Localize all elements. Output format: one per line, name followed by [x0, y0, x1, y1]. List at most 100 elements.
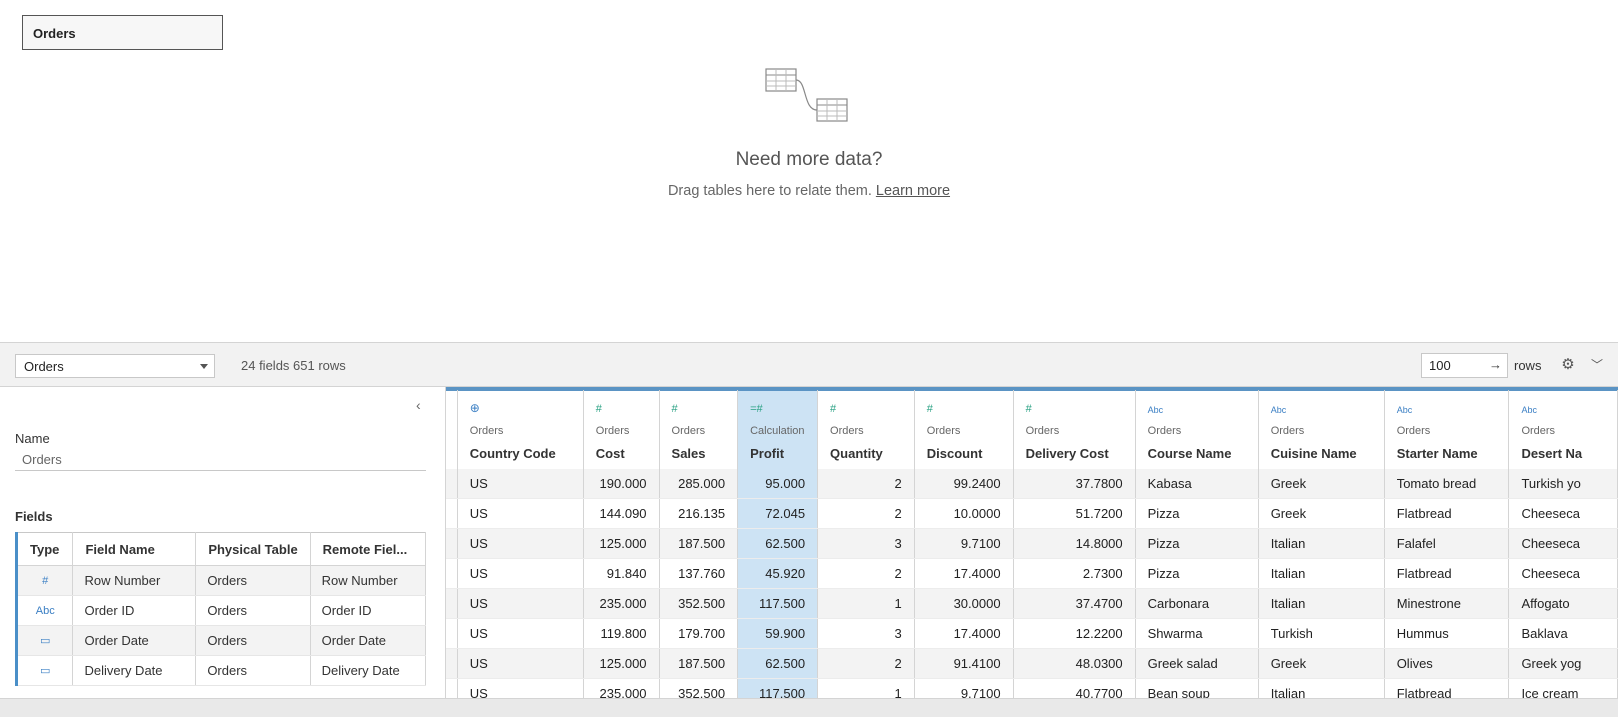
grid-cell[interactable]: 14.8000 — [1013, 528, 1136, 559]
grid-cell[interactable]: Kabasa — [1135, 468, 1259, 499]
grid-cell[interactable]: 62.500 — [737, 648, 819, 679]
grid-cell[interactable]: Italian — [1258, 588, 1385, 619]
column-header-field-name[interactable]: Field Name — [72, 532, 197, 566]
number-type-icon[interactable]: # — [830, 403, 902, 415]
grid-cell[interactable]: Falafel — [1384, 528, 1510, 559]
learn-more-link[interactable]: Learn more — [876, 183, 950, 199]
grid-cell[interactable]: 235.000 — [583, 678, 660, 698]
grid-cell[interactable]: 45.920 — [737, 558, 819, 589]
grid-cell[interactable]: 117.500 — [737, 678, 819, 698]
grid-cell[interactable]: 285.000 — [659, 468, 739, 499]
grid-cell[interactable]: Greek — [1258, 468, 1385, 499]
grid-cell[interactable]: Shwarma — [1135, 618, 1259, 649]
grid-cell[interactable]: 117.500 — [737, 588, 819, 619]
grid-cell[interactable]: 59.900 — [737, 618, 819, 649]
grid-cell[interactable]: 91.840 — [583, 558, 660, 589]
number-type-icon[interactable]: # — [927, 403, 1001, 415]
table-row[interactable]: Abc Order ID Orders Order ID — [14, 595, 427, 626]
grid-cell[interactable]: 2 — [817, 498, 915, 529]
table-row[interactable]: US 125.000 187.500 62.500 3 9.7100 14.8000 Pizz… — [446, 528, 1618, 559]
grid-cell[interactable]: 125.000 — [583, 648, 660, 679]
column-header-type[interactable]: Type — [14, 532, 74, 566]
number-type-icon[interactable]: # — [1026, 403, 1123, 415]
grid-cell[interactable]: Flatbread — [1384, 558, 1510, 589]
column-header-physical-table[interactable]: Physical Table — [195, 532, 311, 566]
table-row[interactable]: US 144.090 216.135 72.045 2 10.0000 51.7200 Piz… — [446, 498, 1618, 529]
grid-cell[interactable]: US — [457, 528, 584, 559]
grid-cell[interactable]: 62.500 — [737, 528, 819, 559]
table-name-field[interactable]: Orders — [15, 449, 426, 471]
grid-column-header[interactable]: Abc Orders Starter Name — [1384, 390, 1510, 469]
grid-cell[interactable]: US — [457, 558, 584, 589]
chevron-down-icon[interactable]: ﹀ — [1588, 356, 1606, 374]
field-name[interactable]: Row Number — [72, 565, 197, 596]
grid-cell[interactable]: Greek yog — [1508, 648, 1618, 679]
relationship-canvas[interactable]: Orders Need more data? Drag tables here … — [0, 0, 1618, 342]
grid-column-header[interactable]: =# Calculation Profit — [737, 390, 819, 469]
field-name[interactable]: Order ID — [72, 595, 197, 626]
grid-cell[interactable]: Cheeseca — [1508, 528, 1618, 559]
grid-column-header[interactable]: ⊕ Orders Country Code — [457, 390, 584, 469]
globe-icon[interactable]: ⊕ — [470, 401, 571, 415]
grid-cell[interactable]: 37.4700 — [1013, 588, 1136, 619]
grid-column-header[interactable]: # Orders Discount — [914, 390, 1014, 469]
grid-cell[interactable]: US — [457, 618, 584, 649]
number-type-icon[interactable]: # — [596, 403, 647, 415]
grid-cell[interactable]: Affogato — [1508, 588, 1618, 619]
grid-cell[interactable]: 95.000 — [737, 468, 819, 499]
grid-cell[interactable]: Italian — [1258, 558, 1385, 589]
grid-cell[interactable]: Cheeseca — [1508, 558, 1618, 589]
grid-cell[interactable]: 1 — [817, 588, 915, 619]
table-select[interactable]: Orders — [15, 354, 215, 378]
grid-column-header[interactable]: # Orders Quantity — [817, 390, 915, 469]
collapse-panel-icon[interactable]: ‹ — [416, 397, 421, 413]
grid-cell[interactable]: 99.2400 — [914, 468, 1014, 499]
grid-cell[interactable]: 17.4000 — [914, 618, 1014, 649]
grid-cell[interactable]: 2 — [817, 648, 915, 679]
grid-cell[interactable]: 216.135 — [659, 498, 739, 529]
grid-cell[interactable]: Greek salad — [1135, 648, 1259, 679]
grid-cell[interactable]: 352.500 — [659, 588, 739, 619]
string-type-icon[interactable]: Abc — [1148, 405, 1246, 415]
gear-icon[interactable]: ⚙ — [1559, 356, 1577, 374]
grid-cell[interactable]: Cheeseca — [1508, 498, 1618, 529]
grid-cell[interactable]: Pizza — [1135, 558, 1259, 589]
table-row[interactable]: # Row Number Orders Row Number — [14, 565, 427, 596]
grid-cell[interactable]: 187.500 — [659, 648, 739, 679]
grid-cell[interactable]: 9.7100 — [914, 528, 1014, 559]
grid-cell[interactable]: 40.7700 — [1013, 678, 1136, 698]
grid-cell[interactable]: Flatbread — [1384, 498, 1510, 529]
grid-cell[interactable]: Bean soup — [1135, 678, 1259, 698]
grid-cell[interactable]: 187.500 — [659, 528, 739, 559]
string-type-icon[interactable]: Abc — [1521, 405, 1605, 415]
grid-column-header[interactable]: # Orders Sales — [659, 390, 739, 469]
grid-cell[interactable]: 12.2200 — [1013, 618, 1136, 649]
grid-cell[interactable]: 352.500 — [659, 678, 739, 698]
table-row[interactable]: US 91.840 137.760 45.920 2 17.4000 2.7300 Pizza… — [446, 558, 1618, 589]
column-header-remote-field[interactable]: Remote Fiel... — [309, 532, 427, 566]
field-name[interactable]: Delivery Date — [72, 655, 197, 686]
date-type-icon[interactable]: ▭ — [14, 655, 74, 686]
grid-cell[interactable]: 179.700 — [659, 618, 739, 649]
grid-cell[interactable]: 2 — [817, 468, 915, 499]
grid-column-header[interactable]: Abc Orders Course Name — [1135, 390, 1259, 469]
logical-table-orders[interactable]: Orders — [22, 15, 223, 50]
grid-cell[interactable]: Minestrone — [1384, 588, 1510, 619]
grid-cell[interactable]: US — [457, 588, 584, 619]
grid-cell[interactable]: Pizza — [1135, 498, 1259, 529]
grid-cell[interactable]: US — [457, 498, 584, 529]
grid-cell[interactable]: Greek — [1258, 648, 1385, 679]
table-row[interactable]: US 235.000 352.500 117.500 1 9.7100 40.7700 Bea… — [446, 678, 1618, 698]
table-row[interactable]: US 190.000 285.000 95.000 2 99.2400 37.7800 Kab… — [446, 468, 1618, 499]
grid-cell[interactable]: 2 — [817, 558, 915, 589]
grid-column-header[interactable]: Abc Orders Desert Na — [1508, 390, 1618, 469]
grid-cell[interactable]: 10.0000 — [914, 498, 1014, 529]
string-type-icon[interactable]: Abc — [14, 595, 74, 626]
grid-cell[interactable]: 17.4000 — [914, 558, 1014, 589]
table-row[interactable]: US 235.000 352.500 117.500 1 30.0000 37.4700 Ca… — [446, 588, 1618, 619]
grid-cell[interactable]: 137.760 — [659, 558, 739, 589]
grid-column-header[interactable]: # Orders Cost — [583, 390, 660, 469]
table-row[interactable]: ▭ Order Date Orders Order Date — [14, 625, 427, 656]
data-grid[interactable]: ⊕ Orders Country Code # Orders Cost # Orders Sal… — [446, 387, 1618, 698]
grid-cell[interactable]: 48.0300 — [1013, 648, 1136, 679]
